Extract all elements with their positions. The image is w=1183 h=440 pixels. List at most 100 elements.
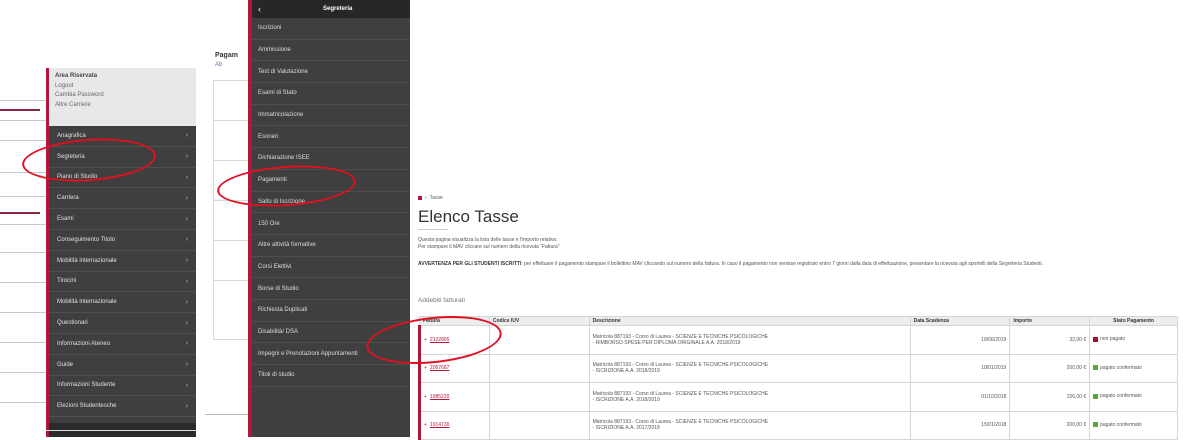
user-dropdown-menu: Area Riservata Logout Cambia Password Al… bbox=[46, 68, 196, 437]
table-header-row: Fattura Codice IUV Descrizione Data Scad… bbox=[419, 316, 1178, 326]
other-careers-link[interactable]: Altre Carriere bbox=[55, 101, 196, 111]
menu-item-label: Mobilità internazionale bbox=[57, 299, 117, 306]
submenu-item[interactable]: Test di Valutazione bbox=[252, 61, 410, 84]
submenu-item[interactable]: Altre attività formative bbox=[252, 235, 410, 257]
menu-item-label: Questionari bbox=[57, 320, 88, 327]
column-header-iuv[interactable]: Codice IUV bbox=[488, 316, 590, 326]
invoice-link[interactable]: 2067687 bbox=[430, 365, 449, 371]
submenu-item[interactable]: Immatricolazione bbox=[252, 105, 410, 127]
submenu-item[interactable]: Iscrizioni bbox=[252, 18, 410, 40]
chevron-right-icon: › bbox=[185, 381, 188, 389]
submenu-item[interactable]: Corsi Elettivi bbox=[252, 257, 410, 279]
plus-icon[interactable]: + bbox=[424, 422, 427, 428]
menu-item-label: Mobilità internazionale bbox=[57, 257, 117, 264]
submenu-item[interactable]: Borse di Studio bbox=[252, 278, 410, 300]
reserved-area-title: Area Riservata bbox=[55, 73, 98, 79]
submenu-item-label: Titoli di studio bbox=[258, 372, 295, 379]
submenu-item-label: Esoneri bbox=[258, 133, 279, 140]
plus-icon[interactable]: + bbox=[424, 365, 427, 371]
chevron-right-icon: › bbox=[185, 132, 188, 140]
chevron-right-icon: › bbox=[185, 194, 188, 202]
menu-item[interactable]: Carriera › bbox=[49, 188, 196, 210]
background-page-title: Pagam bbox=[215, 52, 238, 59]
accent-line bbox=[0, 212, 40, 214]
menu-item[interactable]: Tirocini › bbox=[49, 272, 196, 293]
cell-stato: pagato confermato bbox=[1089, 353, 1178, 383]
status-label: pagato confermato bbox=[1100, 393, 1142, 399]
cell-scadenza: 18/06/2019 bbox=[909, 325, 1011, 355]
menu-item-label: Esami bbox=[57, 216, 74, 223]
change-password-link[interactable]: Cambia Password bbox=[55, 91, 196, 101]
menu-item[interactable]: Mobilità internazionale › bbox=[49, 251, 196, 272]
status-icon bbox=[1093, 336, 1099, 342]
submenu-item-label: Test di Valutazione bbox=[258, 68, 308, 75]
menu-item-label: Informazioni Studente bbox=[57, 382, 116, 389]
chevron-right-icon: › bbox=[185, 319, 188, 327]
menu-item-label: Guide bbox=[57, 361, 74, 368]
back-chevron-icon[interactable]: ‹ bbox=[258, 4, 261, 14]
menu-item-label: Informazioni Ateneo bbox=[57, 340, 111, 347]
invoice-link[interactable]: 1914730 bbox=[430, 422, 449, 428]
menu-item[interactable]: Informazioni Studente › bbox=[49, 376, 196, 397]
status-label: non pagato bbox=[1100, 336, 1126, 342]
column-header-stato[interactable]: Stato Pagamento bbox=[1089, 316, 1178, 326]
breadcrumb-current: Tasse bbox=[429, 195, 443, 201]
intro-line: Per stampare il MAV cliccare sul numero … bbox=[418, 244, 560, 250]
submenu-item[interactable]: 150 Ore bbox=[252, 213, 410, 235]
description-line: - ISCRIZIONE A.A. 2018/2019 bbox=[592, 368, 660, 375]
page-title: Elenco Tasse bbox=[418, 207, 519, 226]
column-header-scadenza[interactable]: Data Scadenza bbox=[909, 316, 1011, 326]
divider bbox=[46, 430, 196, 431]
submenu-item[interactable]: Esoneri bbox=[252, 126, 410, 149]
home-icon[interactable] bbox=[418, 196, 422, 200]
submenu-item-label: Impegni e Prenotazioni Appuntamenti bbox=[258, 350, 358, 357]
chevron-right-icon: › bbox=[185, 153, 188, 161]
menu-item[interactable]: Conseguimento Titolo › bbox=[49, 230, 196, 251]
menu-item[interactable]: Esami › bbox=[49, 209, 196, 230]
menu-item[interactable]: Guide › bbox=[49, 355, 196, 376]
submenu-item[interactable]: Titoli di studio bbox=[252, 365, 410, 387]
cell-descrizione: Matricola 887193 - Corso di Laurea - SCI… bbox=[588, 382, 911, 412]
cell-stato: pagato confermato bbox=[1089, 382, 1178, 412]
plus-icon[interactable]: + bbox=[424, 394, 427, 400]
page-intro: Questa pagina visualizza la lista delle … bbox=[418, 237, 560, 251]
fees-table: Fattura Codice IUV Descrizione Data Scad… bbox=[418, 316, 1178, 440]
description-line: - ISCRIZIONE A.A. 2018/2019 bbox=[592, 396, 660, 403]
status-label: pagato confermato bbox=[1100, 421, 1142, 428]
intro-line: Questa pagina visualizza la lista delle … bbox=[418, 237, 558, 243]
cell-stato: pagato confermato bbox=[1089, 410, 1178, 440]
menu-item[interactable]: Informazioni Ateneo › bbox=[49, 334, 196, 355]
submenu-item[interactable]: Richiesta Duplicati bbox=[252, 300, 410, 322]
submenu-item[interactable]: Ammissione bbox=[252, 40, 410, 62]
cell-stato: non pagato bbox=[1089, 325, 1178, 355]
submenu-item-label: Richiesta Duplicati bbox=[258, 307, 308, 314]
submenu-item[interactable]: Esami di Stato bbox=[252, 83, 410, 105]
column-header-importo[interactable]: Importo bbox=[1009, 316, 1091, 326]
logout-link[interactable]: Logout bbox=[55, 82, 196, 92]
chevron-right-icon: › bbox=[185, 402, 188, 410]
description-line: - ISCRIZIONE A.A. 2017/2018 bbox=[592, 425, 660, 432]
reserved-area-box: Area Riservata Logout Cambia Password Al… bbox=[49, 68, 196, 126]
menu-item-label: Anagrafica bbox=[57, 132, 86, 139]
menu-item[interactable]: Elezioni Studentesche › bbox=[49, 396, 196, 418]
invoice-link[interactable]: 1985220 bbox=[430, 394, 449, 400]
table-row: +2122865 Matricola 887193 - Corso di Laur… bbox=[418, 325, 1178, 355]
elenco-tasse-page: › Tasse Elenco Tasse Questa pagina visua… bbox=[415, 0, 1183, 440]
cell-descrizione: Matricola 887193 - Corso di Laurea - SCI… bbox=[588, 410, 911, 440]
menu-item-label: Conseguimento Titolo bbox=[57, 236, 116, 243]
accent-line bbox=[0, 109, 40, 111]
submenu-item-label: Corsi Elettivi bbox=[258, 263, 292, 270]
cell-importo: 32,00 € bbox=[1009, 325, 1091, 355]
submenu-title: Segreteria bbox=[323, 6, 353, 12]
menu-item[interactable]: Mobilità internazionale › bbox=[49, 292, 196, 314]
menu-item[interactable]: Questionari › bbox=[49, 313, 196, 334]
cell-iuv bbox=[488, 410, 590, 440]
cell-importo: 200,00 € bbox=[1009, 353, 1091, 383]
chevron-right-icon: › bbox=[185, 173, 188, 181]
chevron-right-icon: › bbox=[185, 298, 188, 306]
chevron-right-icon: › bbox=[185, 236, 188, 244]
cell-descrizione: Matricola 887193 - Corso di Laurea - SCI… bbox=[588, 353, 911, 383]
cell-iuv bbox=[488, 353, 590, 383]
column-header-descrizione[interactable]: Descrizione bbox=[588, 316, 911, 326]
chevron-right-icon: › bbox=[185, 257, 188, 265]
